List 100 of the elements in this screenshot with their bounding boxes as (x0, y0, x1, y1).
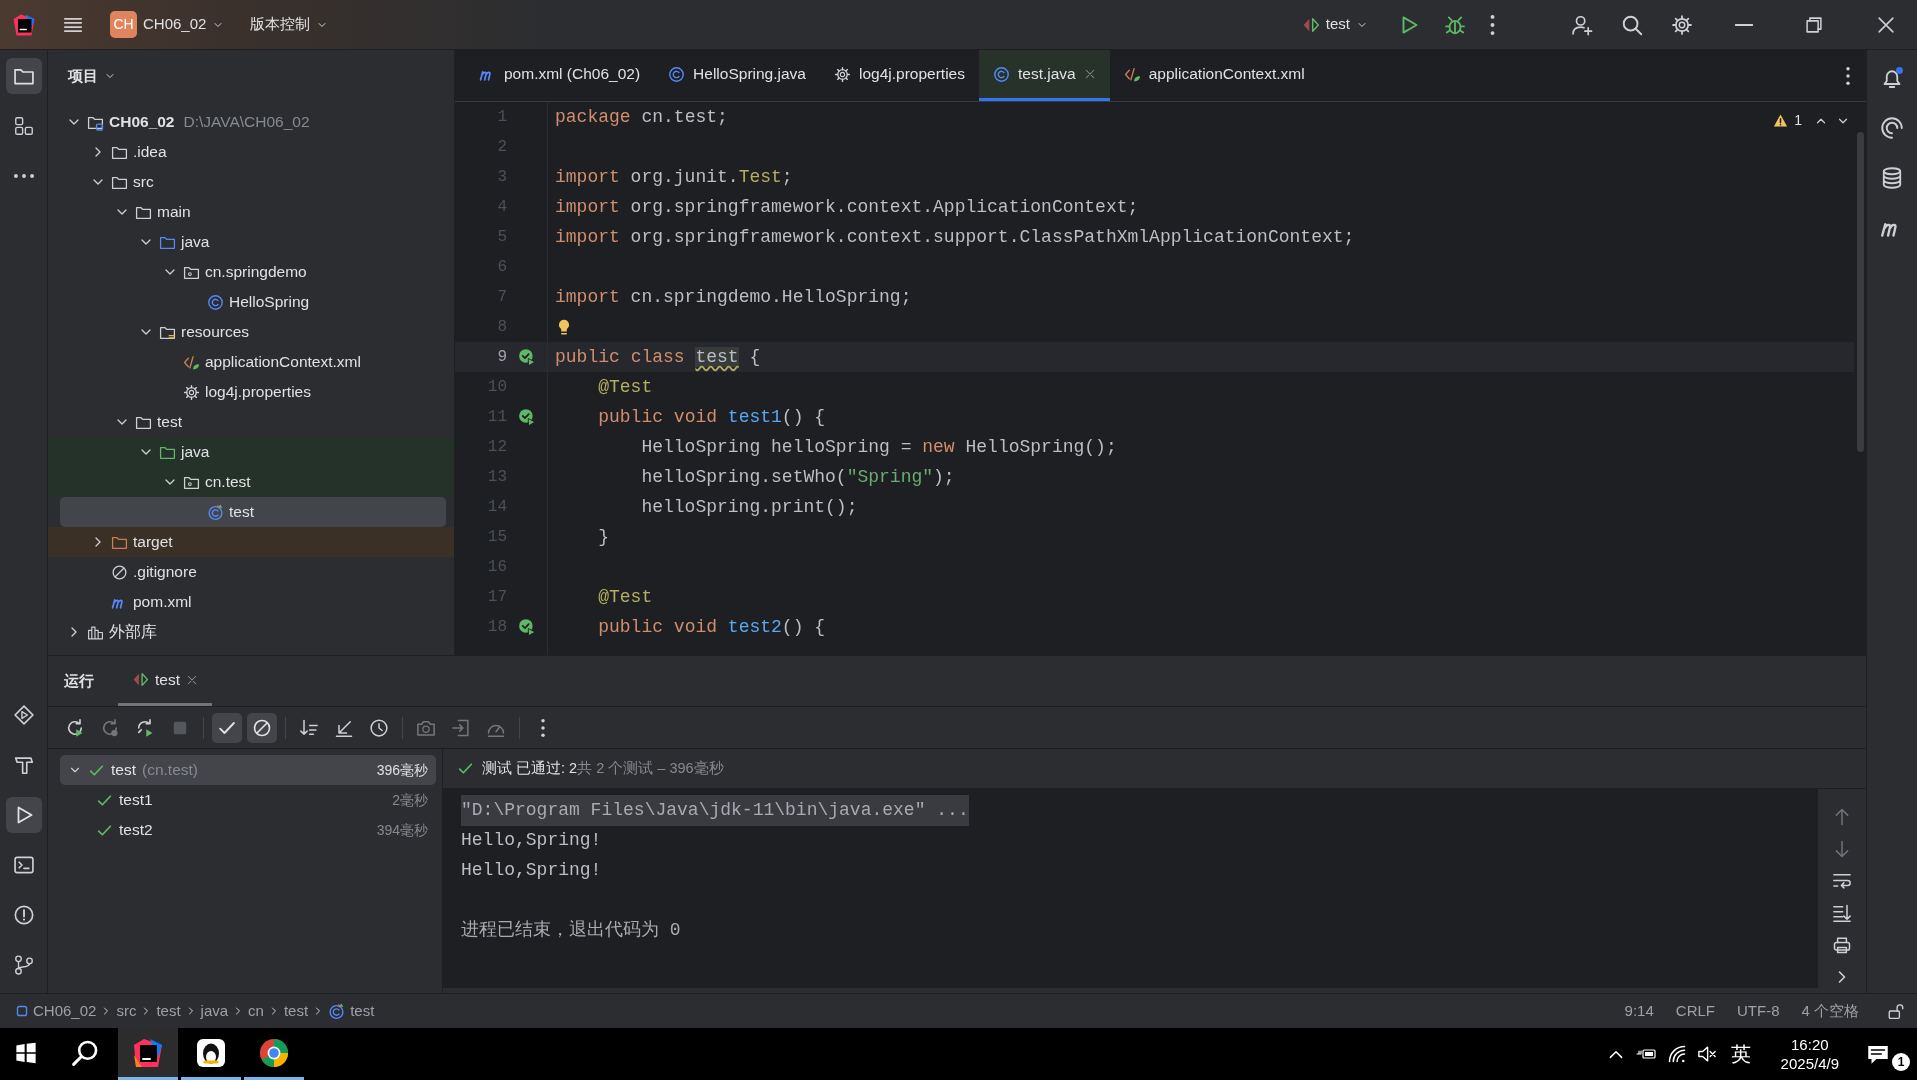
tree-item[interactable]: CH06_02 D:\JAVA\CH06_02 (48, 107, 454, 137)
tree-item[interactable]: target (48, 527, 454, 557)
tree-item[interactable]: java (48, 437, 454, 467)
project-selector[interactable]: CH CH06_02 (102, 5, 233, 44)
clock-time[interactable]: 16:20 (1791, 1034, 1829, 1054)
tree-item[interactable]: applicationContext.xml (48, 347, 454, 377)
tree-item[interactable]: .idea (48, 137, 454, 167)
rerun-icon (65, 717, 85, 738)
code-line: @Test (597, 585, 653, 609)
run-test-icon[interactable] (518, 408, 536, 426)
status-item[interactable]: 4 个空格 (1793, 999, 1867, 1023)
scrollbar-thumb[interactable] (1857, 132, 1864, 452)
warning-icon (1773, 113, 1789, 128)
ignore-file-icon (111, 563, 128, 581)
run-tool-button[interactable] (5, 797, 42, 833)
rerun-failed-icon (100, 717, 120, 738)
more-icon (541, 718, 545, 737)
tree-item[interactable]: 外部库 (48, 617, 454, 647)
lock-icon[interactable] (1887, 1002, 1905, 1020)
soft-wrap-icon[interactable] (1832, 871, 1852, 891)
close-icon[interactable] (186, 673, 198, 686)
class-icon (992, 65, 1010, 83)
gear-icon (183, 383, 200, 401)
editor-tab[interactable]: pom.xml (Ch06_02) (465, 50, 655, 101)
services-icon (12, 704, 35, 726)
structure-icon (12, 115, 35, 137)
vcs-menu[interactable]: 版本控制 (242, 7, 337, 42)
breadcrumb[interactable]: cn (244, 999, 268, 1023)
status-item[interactable]: UTF-8 (1729, 999, 1788, 1023)
console-line: Hello,Spring! (461, 858, 602, 882)
check-icon (457, 760, 474, 777)
code-line: import org.junit.Test; (555, 165, 793, 189)
warnings-indicator[interactable]: 1 (1769, 108, 1806, 133)
test-item[interactable]: test1 2毫秒 (60, 785, 436, 815)
breadcrumb[interactable]: test (152, 999, 185, 1023)
scroll-to-end-icon[interactable] (1832, 903, 1852, 923)
wifi-icon[interactable] (1666, 1044, 1687, 1064)
folder-tool-button[interactable] (5, 58, 42, 94)
status-item[interactable]: 9:14 (1616, 999, 1662, 1023)
breadcrumb[interactable]: test (324, 999, 379, 1023)
import-icon (451, 717, 471, 738)
breadcrumb[interactable]: test (279, 999, 313, 1023)
run-config-selector[interactable]: test (1293, 7, 1376, 42)
console-line: 进程已结束，退出代码为 0 (461, 918, 681, 942)
sort-icon (299, 717, 319, 738)
input-method-indicator[interactable]: 英 (1726, 1039, 1755, 1069)
code-line: public class test { (555, 345, 761, 369)
code-line: @Test (597, 375, 653, 399)
tree-item[interactable]: log4j.properties (48, 377, 454, 407)
class-icon (668, 65, 686, 83)
editor-tab[interactable]: HelloSpring.java (654, 50, 820, 101)
run-test-icon[interactable] (518, 618, 536, 636)
history-icon (369, 717, 389, 738)
tree-item[interactable]: cn.springdemo (48, 257, 454, 287)
test-class-icon (207, 503, 224, 521)
intellij-icon (132, 1036, 164, 1069)
code-line: import cn.springdemo.HelloSpring; (555, 285, 912, 309)
run-test-icon[interactable] (518, 348, 536, 366)
xml-file-icon (1123, 65, 1141, 83)
breadcrumb[interactable]: CH06_02 (12, 999, 101, 1023)
clock-date[interactable]: 2025/4/9 (1780, 1054, 1839, 1074)
breadcrumb[interactable]: java (196, 999, 233, 1023)
editor-tab[interactable]: log4j.properties (820, 50, 979, 101)
search-icon (71, 1038, 99, 1067)
editor-tab[interactable]: applicationContext.xml (1109, 50, 1319, 101)
breadcrumb[interactable]: src (112, 999, 141, 1023)
more-icon[interactable] (1846, 66, 1850, 85)
close-icon[interactable] (1083, 68, 1096, 80)
tree-item[interactable]: java (48, 227, 454, 257)
run-config-icon (1301, 15, 1320, 34)
tree-item[interactable]: main (48, 197, 454, 227)
tree-item[interactable]: test (48, 407, 454, 437)
tree-item[interactable]: .gitignore (48, 557, 454, 587)
status-item[interactable]: CRLF (1667, 999, 1723, 1023)
browser-icon (258, 1036, 290, 1069)
code-line: public void test2() { (597, 615, 826, 639)
app-logo-icon (12, 12, 36, 37)
toolbar-button[interactable] (247, 712, 277, 743)
muted-speaker-icon[interactable] (1696, 1044, 1717, 1064)
tree-item[interactable]: pom.xml (48, 587, 454, 617)
terminal-icon (12, 854, 35, 876)
run-tab[interactable]: test (118, 656, 212, 706)
tree-item[interactable]: resources (48, 317, 454, 347)
tree-item[interactable]: HelloSpring (48, 287, 454, 317)
taskbar-app[interactable] (118, 1028, 178, 1080)
editor-tab[interactable]: test.java (978, 50, 1110, 101)
search-icon (1621, 13, 1643, 36)
project-view-selector[interactable]: 项目 (64, 60, 120, 92)
tree-item[interactable]: src (48, 167, 454, 197)
auto-rerun-icon (135, 717, 155, 738)
test-item[interactable]: test (cn.test) 396毫秒 (60, 755, 436, 785)
print-icon[interactable] (1832, 935, 1852, 955)
tree-item[interactable]: cn.test (48, 467, 454, 497)
test-item[interactable]: test2 394毫秒 (60, 815, 436, 845)
code-line: package cn.test; (555, 105, 728, 129)
database-icon (1880, 166, 1904, 190)
toolbar-button[interactable] (212, 712, 242, 743)
tree-item[interactable]: test (60, 497, 446, 527)
test-class-icon (328, 1002, 346, 1020)
ignored-icon (252, 717, 272, 738)
